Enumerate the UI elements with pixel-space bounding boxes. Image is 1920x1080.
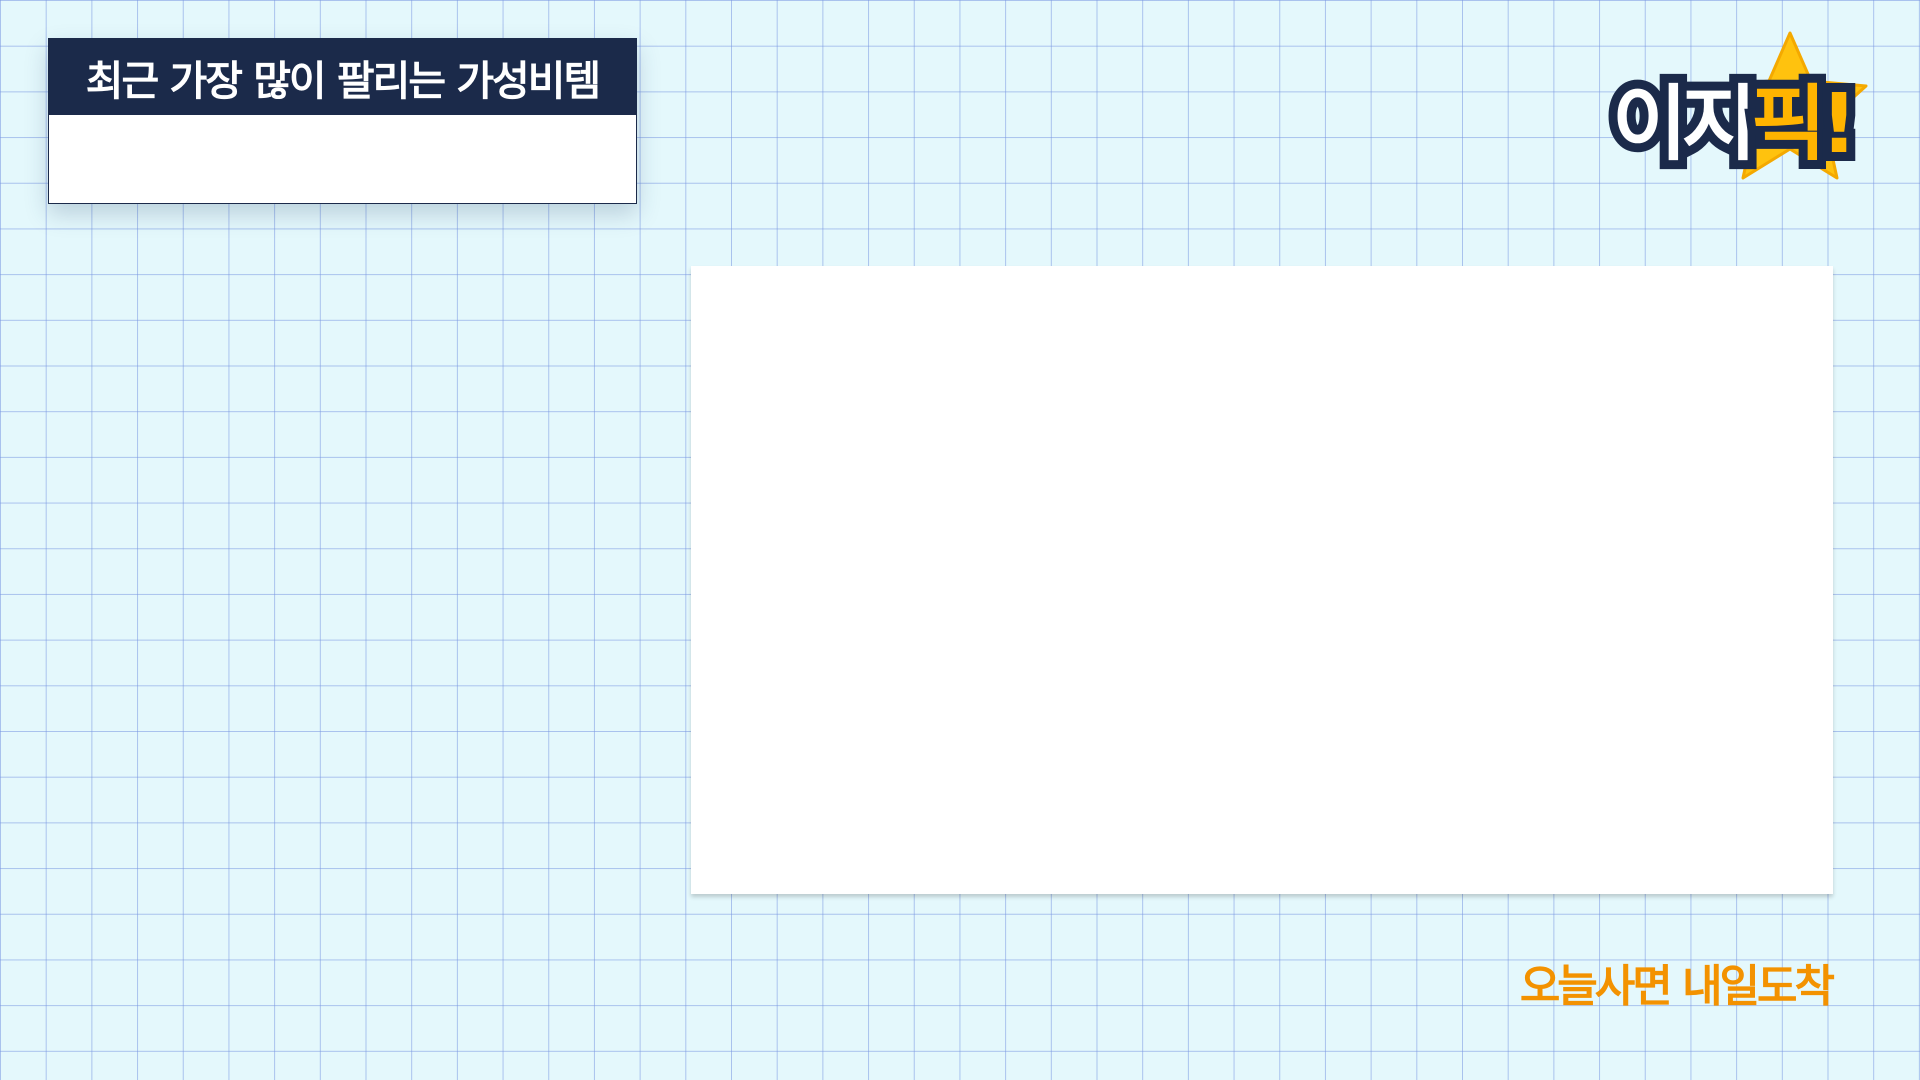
title-card-body bbox=[49, 115, 636, 203]
content-panel bbox=[691, 266, 1833, 894]
logo-wordmark: 이지픽! bbox=[1603, 75, 1867, 175]
logo-text-yellow: 픽! bbox=[1742, 75, 1867, 175]
delivery-tagline: 오늘사면 내일도착 bbox=[1519, 961, 1835, 1012]
title-header-bar: 최근 가장 많이 팔리는 가성비템 bbox=[49, 39, 636, 115]
title-card: 최근 가장 많이 팔리는 가성비템 bbox=[48, 38, 637, 204]
page-title: 최근 가장 많이 팔리는 가성비템 bbox=[85, 57, 601, 105]
logo-text-white: 이지 bbox=[1603, 75, 1766, 175]
brand-logo: 이지픽! bbox=[1600, 28, 1880, 198]
